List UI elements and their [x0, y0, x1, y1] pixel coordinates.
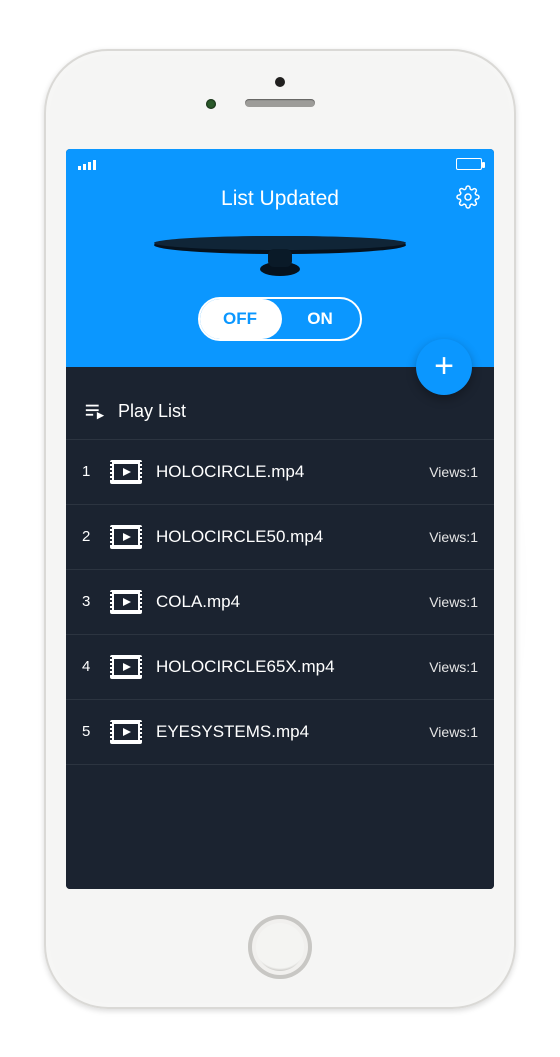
film-icon — [110, 720, 142, 744]
film-icon — [110, 590, 142, 614]
item-views: Views:1 — [429, 594, 478, 610]
phone-frame: List Updated OFF ON + — [44, 49, 516, 1009]
item-index: 5 — [82, 723, 96, 740]
item-index: 2 — [82, 528, 96, 545]
signal-icon — [78, 158, 96, 170]
list-item[interactable]: 1 HOLOCIRCLE.mp4 Views:1 — [66, 440, 494, 505]
toggle-on-label: ON — [280, 309, 360, 329]
plus-icon: + — [434, 347, 454, 386]
screen: List Updated OFF ON + — [66, 149, 494, 889]
film-icon — [110, 460, 142, 484]
item-name: COLA.mp4 — [156, 592, 415, 612]
list-item[interactable]: 5 EYESYSTEMS.mp4 Views:1 — [66, 700, 494, 765]
item-views: Views:1 — [429, 464, 478, 480]
item-index: 3 — [82, 593, 96, 610]
item-name: HOLOCIRCLE.mp4 — [156, 462, 415, 482]
item-views: Views:1 — [429, 724, 478, 740]
item-index: 1 — [82, 463, 96, 480]
film-icon — [110, 525, 142, 549]
item-index: 4 — [82, 658, 96, 675]
gear-icon — [456, 185, 480, 209]
battery-icon — [456, 158, 482, 170]
status-bar — [66, 149, 494, 179]
playlist-icon — [84, 401, 106, 423]
play-list: Play List 1 HOLOCIRCLE.mp4 Views:1 2 HOLOCIR… — [66, 367, 494, 889]
power-toggle[interactable]: OFF ON — [198, 297, 362, 341]
item-name: HOLOCIRCLE50.mp4 — [156, 527, 415, 547]
list-item[interactable]: 2 HOLOCIRCLE50.mp4 Views:1 — [66, 505, 494, 570]
phone-sensor — [206, 99, 216, 109]
item-name: HOLOCIRCLE65X.mp4 — [156, 657, 415, 677]
device-image — [78, 225, 482, 281]
phone-camera — [275, 77, 285, 87]
item-views: Views:1 — [429, 529, 478, 545]
add-button[interactable]: + — [416, 339, 472, 395]
home-button[interactable] — [248, 915, 312, 979]
play-list-heading: Play List — [118, 401, 186, 422]
list-item[interactable]: 4 HOLOCIRCLE65X.mp4 Views:1 — [66, 635, 494, 700]
item-views: Views:1 — [429, 659, 478, 675]
list-item[interactable]: 3 COLA.mp4 Views:1 — [66, 570, 494, 635]
toggle-off-label: OFF — [200, 309, 280, 329]
film-icon — [110, 655, 142, 679]
phone-speaker — [245, 99, 315, 107]
item-name: EYESYSTEMS.mp4 — [156, 722, 415, 742]
header: List Updated OFF ON + — [66, 179, 494, 367]
settings-button[interactable] — [456, 185, 480, 209]
page-title: List Updated — [78, 187, 482, 211]
